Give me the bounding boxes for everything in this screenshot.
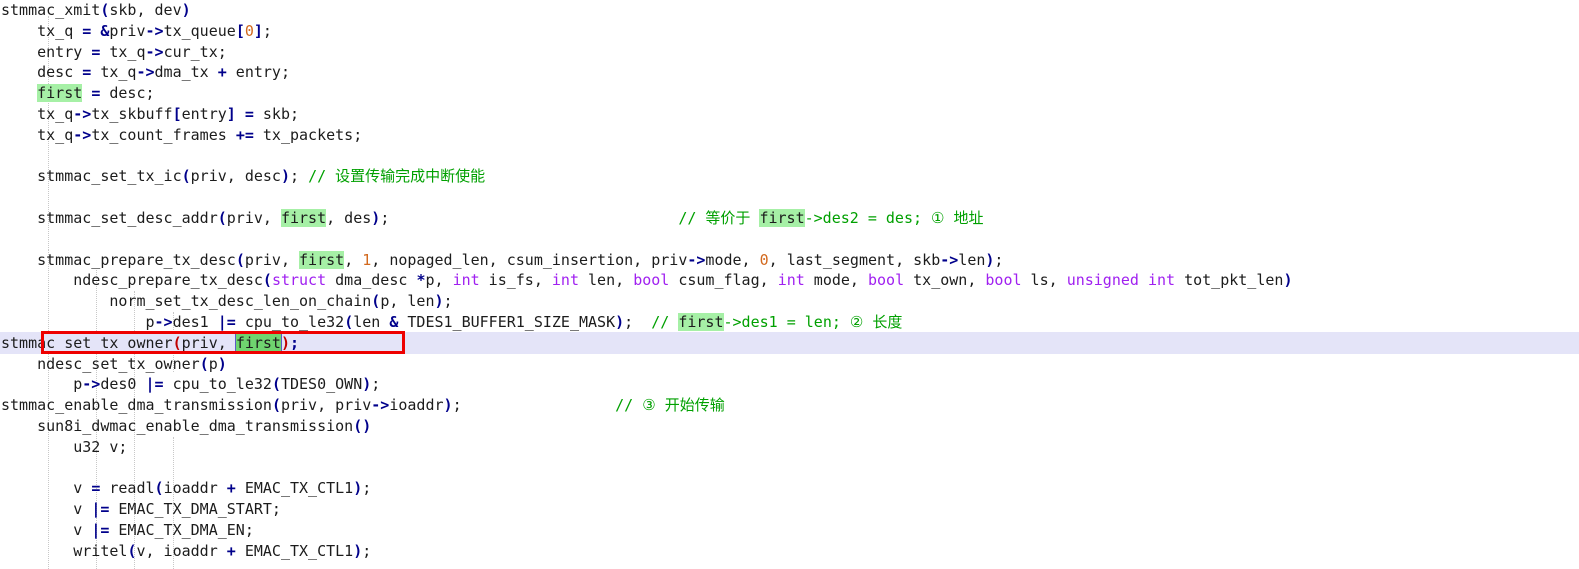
search-match: first xyxy=(37,84,83,103)
code-line-5[interactable]: first = desc; xyxy=(0,83,1579,104)
code-line-25[interactable]: v |= EMAC_TX_DMA_START; xyxy=(0,499,1579,520)
code-line-2[interactable]: tx_q = &priv->tx_queue[0]; xyxy=(0,21,1579,42)
code-line-17-selected[interactable]: stmmac_set_tx_owner(priv, first); xyxy=(0,332,1579,354)
code-line-3[interactable]: entry = tx_q->cur_tx; xyxy=(0,42,1579,63)
code-line-11[interactable]: stmmac_set_desc_addr(priv, first, des); … xyxy=(0,208,1579,229)
code-line-4[interactable]: desc = tx_q->dma_tx + entry; xyxy=(0,62,1579,83)
code-line-18[interactable]: ndesc_set_tx_owner(p) xyxy=(0,354,1579,375)
code-line-16[interactable]: p->des1 |= cpu_to_le32(len & TDES1_BUFFE… xyxy=(0,312,1579,333)
comment-enable-dma: // ③ 开始传输 xyxy=(615,396,725,415)
code-line-21[interactable]: sun8i_dwmac_enable_dma_transmission() xyxy=(0,416,1579,437)
code-line-19[interactable]: p->des0 |= cpu_to_le32(TDES0_OWN); xyxy=(0,374,1579,395)
code-line-14[interactable]: ndesc_prepare_tx_desc(struct dma_desc *p… xyxy=(0,270,1579,291)
code-line-22[interactable]: u32 v; xyxy=(0,437,1579,458)
code-line-13[interactable]: stmmac_prepare_tx_desc(priv, first, 1, n… xyxy=(0,250,1579,271)
code-viewer[interactable]: stmmac_xmit(skb, dev) tx_q = &priv->tx_q… xyxy=(0,0,1579,569)
code-line-6[interactable]: tx_q->tx_skbuff[entry] = skb; xyxy=(0,104,1579,125)
code-line-27[interactable]: writel(v, ioaddr + EMAC_TX_CTL1); xyxy=(0,541,1579,562)
code-line-26[interactable]: v |= EMAC_TX_DMA_EN; xyxy=(0,520,1579,541)
search-match: first xyxy=(299,250,345,269)
code-line-1[interactable]: stmmac_xmit(skb, dev) xyxy=(0,0,1579,21)
search-match: first xyxy=(759,208,805,227)
comment-set-tx-ic: // 设置传输完成中断使能 xyxy=(308,167,486,186)
code-line-24[interactable]: v = readl(ioaddr + EMAC_TX_CTL1); xyxy=(0,478,1579,499)
search-match: first xyxy=(234,332,282,353)
code-line-7[interactable]: tx_q->tx_count_frames += tx_packets; xyxy=(0,125,1579,146)
code-line-20[interactable]: stmmac_enable_dma_transmission(priv, pri… xyxy=(0,395,1579,416)
code-lines[interactable]: stmmac_xmit(skb, dev) tx_q = &priv->tx_q… xyxy=(0,0,1579,562)
search-match: first xyxy=(678,312,724,331)
code-line-9[interactable]: stmmac_set_tx_ic(priv, desc); // 设置传输完成中… xyxy=(0,166,1579,187)
search-match: first xyxy=(280,208,327,227)
code-line-15[interactable]: norm_set_tx_desc_len_on_chain(p, len); xyxy=(0,291,1579,312)
